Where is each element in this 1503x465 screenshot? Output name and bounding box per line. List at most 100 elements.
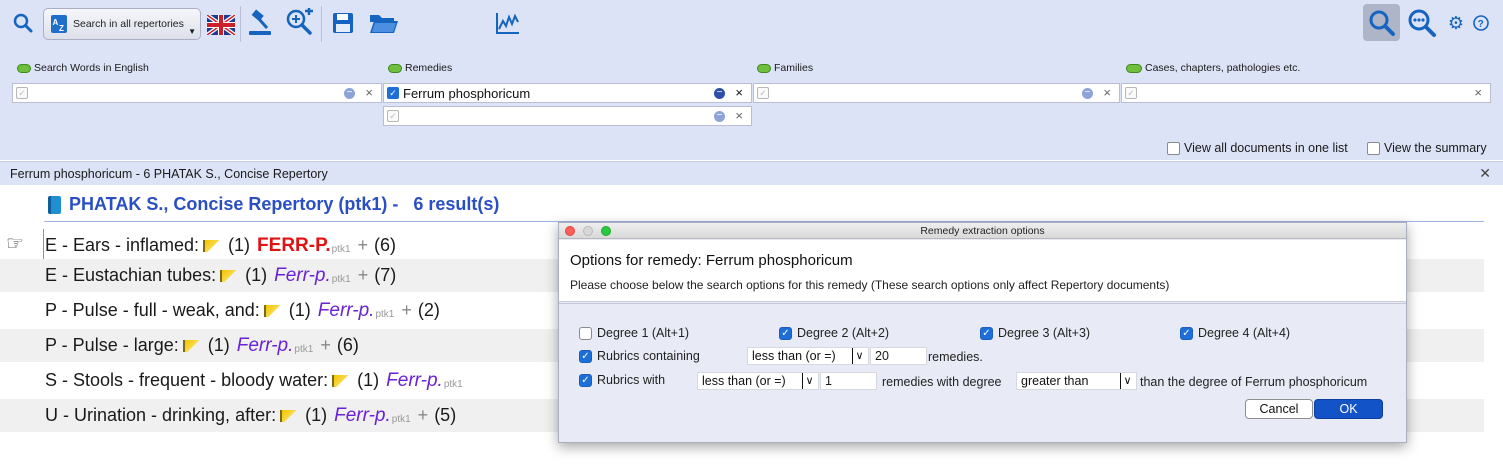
checkbox[interactable]: ✓ [579,349,592,363]
ok-button[interactable]: OK [1314,399,1383,419]
field-checkbox[interactable]: ✓ [387,87,399,99]
clear-icon[interactable]: × [1103,85,1111,100]
rubric-count: (1) [207,335,230,355]
families-input[interactable]: ✓ − × [753,83,1120,103]
chevron-down-icon: ▼ [188,27,196,36]
rubric-text: P - Pulse - large: [45,335,179,355]
dialog-description: Please choose below the search options f… [570,278,1170,292]
remedy-input-empty[interactable]: ✓ − × [383,106,752,126]
clear-icon[interactable]: × [735,85,743,100]
remedies-suffix: remedies. [928,350,983,364]
rubrics-containing-checkbox[interactable]: ✓ Rubrics containing [579,349,700,363]
remedy-abbreviation[interactable]: FERR-P. [257,235,331,257]
help-icon[interactable]: ? [1471,13,1491,33]
plus-icon[interactable]: + [358,265,369,286]
clear-icon[interactable]: × [735,108,743,123]
remedy-abbreviation[interactable]: Ferr-p. [237,335,294,357]
clear-icon[interactable]: × [365,85,373,100]
degree-operator-select[interactable]: greater than ∨ [1016,372,1137,390]
degree-4-checkbox[interactable]: ✓ Degree 4 (Alt+4) [1180,326,1290,340]
rubric-count: (1) [305,405,328,425]
checkbox[interactable] [1367,141,1380,155]
toggle-pill-icon[interactable] [757,63,771,73]
az-icon: AZ [51,15,67,33]
plus-icon[interactable]: + [418,405,429,426]
degree-3-checkbox[interactable]: ✓ Degree 3 (Alt+3) [980,326,1090,340]
minimize-window-icon[interactable] [583,226,593,236]
view-summary-option[interactable]: View the summary [1367,141,1487,155]
view-all-documents-option[interactable]: View all documents in one list [1167,141,1348,155]
checkbox[interactable]: ✓ [779,326,792,340]
save-icon[interactable] [330,10,356,36]
degree-1-checkbox[interactable]: Degree 1 (Alt+1) [579,326,689,340]
rubric-text: P - Pulse - full - weak, and: [45,300,260,320]
document-tab[interactable]: Ferrum phosphoricum - 6 PHATAK S., Conci… [0,161,1503,185]
checkbox[interactable]: ✓ [1180,326,1193,340]
cancel-button[interactable]: Cancel [1245,399,1313,419]
toggle-pill-icon[interactable] [17,63,31,73]
search-all-repertories-button[interactable]: AZ Search in all repertories ▼ [43,8,201,40]
repertory-code: ptk1 [375,309,395,320]
clear-icon[interactable]: × [1474,85,1482,100]
close-icon[interactable]: ✕ [1479,165,1491,182]
rubric-text: S - Stools - frequent - bloody water: [45,370,329,390]
remedy-abbreviation[interactable]: Ferr-p. [386,370,443,392]
remedy-total: (5) [434,405,457,425]
containing-operator-select[interactable]: less than (or =) ∨ [747,347,869,365]
containing-value-input[interactable]: 20 [870,347,927,365]
gavel-icon[interactable] [246,8,274,38]
remedy-abbreviation[interactable]: Ferr-p. [334,405,391,427]
remedy-abbreviation[interactable]: Ferr-p. [318,300,375,322]
field-checkbox[interactable]: ✓ [757,87,769,99]
chart-icon[interactable] [494,10,522,36]
toggle-pill-icon[interactable] [388,63,402,73]
close-window-icon[interactable] [565,226,575,236]
repertory-code: ptk1 [331,244,351,255]
search-panel: AZ Search in all repertories ▼ ⚙ ? Searc… [0,0,1503,160]
flag-icon [263,304,280,317]
plus-icon[interactable]: + [320,335,331,356]
field-checkbox[interactable]: ✓ [387,110,399,122]
chevron-down-icon: ∨ [1120,373,1134,389]
svg-text:Z: Z [59,24,64,33]
remedy-abbreviation[interactable]: Ferr-p. [274,265,331,287]
checkbox[interactable]: ✓ [980,326,993,340]
cases-input[interactable]: ✓ × [1121,83,1491,103]
more-search-icon[interactable] [1406,7,1438,39]
checkbox[interactable]: ✓ [579,373,592,387]
repertory-title: PHATAK S., Concise Repertory (ptk1) - 6 … [69,194,500,214]
uk-flag-icon[interactable] [206,13,236,37]
plus-icon[interactable]: + [358,235,369,256]
remedies-field-label: Remedies [388,62,452,74]
magnifier-selected-icon[interactable] [1363,4,1400,41]
flag-icon [220,269,237,282]
repertory-code: ptk1 [331,274,351,285]
folder-open-icon[interactable] [368,10,400,36]
flag-icon [182,339,199,352]
plus-icon[interactable]: + [401,300,412,321]
toggle-pill-icon[interactable] [1126,63,1142,73]
checkbox[interactable] [579,326,592,340]
repertory-header: PHATAK S., Concise Repertory (ptk1) - 6 … [48,194,499,215]
with-value-input[interactable]: 1 [820,372,877,390]
minus-icon[interactable]: − [344,88,355,99]
gear-icon[interactable]: ⚙ [1446,13,1466,33]
minus-icon[interactable]: − [714,88,725,99]
search-words-input[interactable]: ✓ − × [12,83,382,103]
dialog-header: Options for remedy: Ferrum phosphoricum … [559,240,1406,302]
minus-icon[interactable]: − [1082,88,1093,99]
remedy-total: (2) [417,300,440,320]
search-icon[interactable] [10,10,36,36]
rubrics-with-checkbox[interactable]: ✓ Rubrics with [579,373,665,387]
toolbar-separator [240,6,241,42]
field-checkbox[interactable]: ✓ [16,87,28,99]
zoom-window-icon[interactable] [601,226,611,236]
remedy-input[interactable]: ✓ Ferrum phosphoricum − × [383,83,752,103]
field-checkbox[interactable]: ✓ [1125,87,1137,99]
degree-2-checkbox[interactable]: ✓ Degree 2 (Alt+2) [779,326,889,340]
with-operator-select[interactable]: less than (or =) ∨ [697,372,819,390]
checkbox[interactable] [1167,141,1180,155]
rubric-count: (1) [228,235,251,255]
zoom-add-icon[interactable] [284,7,316,37]
minus-icon[interactable]: − [714,111,725,122]
